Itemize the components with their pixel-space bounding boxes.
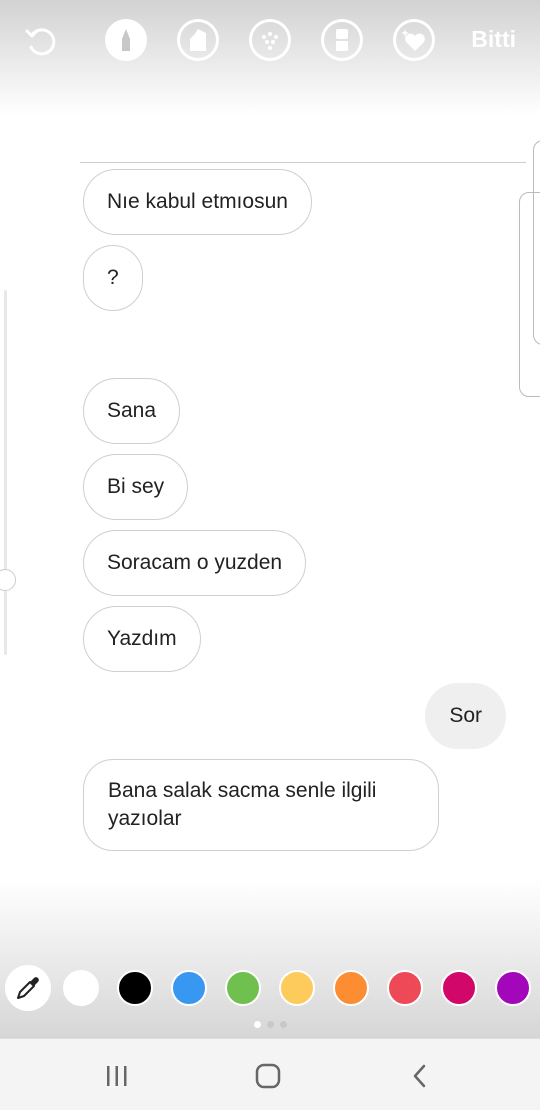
message-bubble: Nıe kabul etmıosun: [83, 169, 312, 235]
undo-button[interactable]: [22, 22, 62, 62]
neon-tool-button[interactable]: [249, 19, 291, 61]
color-swatch[interactable]: [117, 970, 153, 1006]
pen-tool-button[interactable]: [105, 19, 147, 61]
message-bubble: Sana: [83, 378, 181, 444]
home-button[interactable]: [248, 1061, 288, 1091]
eyedropper-icon: [17, 977, 39, 999]
eyedropper-button[interactable]: [5, 965, 51, 1011]
color-swatch[interactable]: [279, 970, 315, 1006]
color-swatch[interactable]: [225, 970, 261, 1006]
marker-tool-button[interactable]: [177, 19, 219, 61]
recents-button[interactable]: [97, 1061, 137, 1091]
marker-icon: [190, 29, 206, 51]
message-bubble: ?: [83, 245, 143, 311]
color-swatch[interactable]: [387, 970, 423, 1006]
drawing-toolbar: Bitti: [0, 0, 540, 85]
brush-size-handle[interactable]: [0, 569, 16, 591]
message-bubble: Bana salak sacma senle ilgili yazıolar: [83, 759, 439, 851]
color-swatch[interactable]: [171, 970, 207, 1006]
color-swatch[interactable]: [63, 970, 99, 1006]
page-dot: [253, 1021, 261, 1028]
color-palette: [0, 962, 540, 1016]
home-icon: [255, 1063, 281, 1089]
recents-icon: [107, 1066, 127, 1086]
neon-brush-icon: [262, 32, 278, 50]
color-swatch[interactable]: [333, 970, 369, 1006]
eraser-tool-button[interactable]: [321, 19, 363, 61]
page-dot: [266, 1021, 274, 1028]
back-button[interactable]: [400, 1061, 440, 1091]
message-bubble: Bi sey: [83, 454, 189, 520]
message-bubble: Yazdım: [83, 606, 201, 672]
sticker-tool-button[interactable]: [393, 19, 435, 61]
done-button[interactable]: Bitti: [471, 26, 516, 53]
color-swatch[interactable]: [495, 970, 531, 1006]
heart-sparkle-icon: [401, 29, 425, 51]
message-bubble: Soracam o yuzden: [83, 530, 307, 596]
page-dot: [279, 1021, 287, 1028]
undo-icon: [25, 28, 56, 56]
back-icon: [413, 1064, 426, 1088]
system-navigation-bar: [0, 1038, 540, 1110]
divider: [80, 162, 526, 163]
own-message-bubble: Sor: [425, 683, 506, 749]
color-swatch[interactable]: [441, 970, 477, 1006]
page-indicator: [0, 1021, 540, 1028]
brush-size-slider[interactable]: [4, 290, 7, 655]
pen-icon: [122, 29, 130, 51]
right-edge-panel: [519, 192, 540, 397]
eraser-icon: [336, 29, 348, 51]
